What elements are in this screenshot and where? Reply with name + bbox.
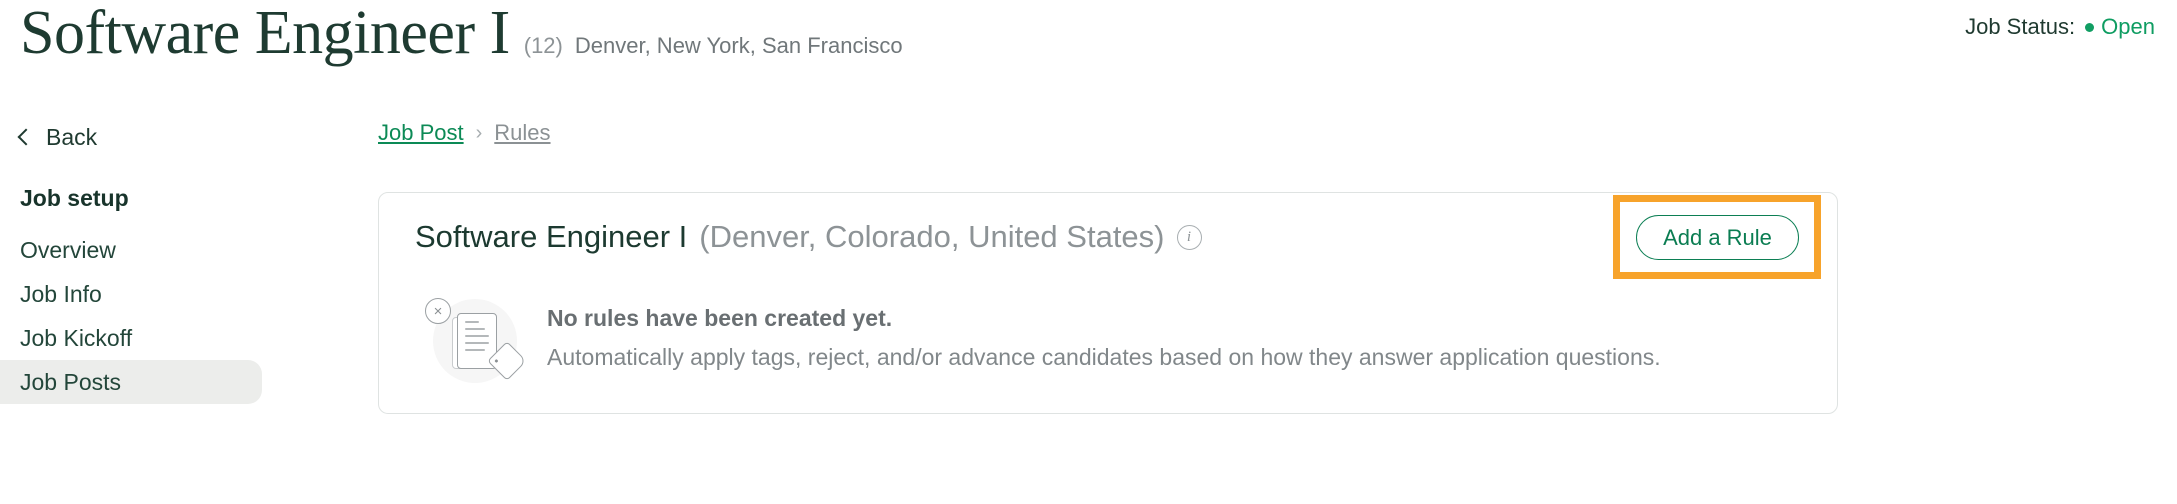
x-circle-icon: × xyxy=(425,298,451,324)
breadcrumb-item-job-post[interactable]: Job Post xyxy=(378,120,464,146)
job-locations: Denver, New York, San Francisco xyxy=(574,33,903,58)
sidebar-item-job-posts[interactable]: Job Posts xyxy=(0,360,262,404)
sidebar-item-label: Job Posts xyxy=(20,368,121,395)
breadcrumb-separator-icon: › xyxy=(475,121,483,144)
sidebar-item-job-info[interactable]: Job Info xyxy=(0,272,262,316)
status-dot-icon xyxy=(2085,22,2095,32)
job-status-value: Open xyxy=(2101,14,2155,39)
info-icon[interactable]: i xyxy=(1176,224,1202,250)
empty-state-illustration: × xyxy=(415,293,527,393)
sidebar-item-overview[interactable]: Overview xyxy=(0,228,262,272)
page-header: Software Engineer I (12) Denver, New Yor… xyxy=(0,0,2177,80)
sidebar-item-label: Job Kickoff xyxy=(20,324,133,351)
empty-state-description: Automatically apply tags, reject, and/or… xyxy=(547,344,1661,370)
breadcrumb: Job Post › Rules xyxy=(378,120,551,146)
sidebar-section-job-setup: Job setup xyxy=(20,184,129,211)
add-a-rule-button[interactable]: Add a Rule xyxy=(1636,215,1799,260)
empty-state-title: No rules have been created yet. xyxy=(547,305,893,331)
job-count: (12) xyxy=(523,33,563,58)
rules-card: Software Engineer I (Denver, Colorado, U… xyxy=(378,192,1838,414)
breadcrumb-item-rules[interactable]: Rules xyxy=(494,120,550,146)
card-location: (Denver, Colorado, United States) xyxy=(699,219,1165,254)
empty-state: × No rules have been created yet. Automa… xyxy=(415,293,1661,393)
sidebar-item-label: Overview xyxy=(20,236,116,263)
page-title: Software Engineer I xyxy=(20,0,510,67)
chevron-left-icon xyxy=(17,128,35,146)
job-status-label: Job Status: xyxy=(1965,14,2076,39)
status-badge: Job Status: Open xyxy=(1965,14,2155,40)
back-button[interactable]: Back xyxy=(0,120,262,154)
sidebar: Back Job setup Overview Job Info Job Kic… xyxy=(0,120,262,404)
card-header: Software Engineer I (Denver, Colorado, U… xyxy=(415,219,1202,255)
empty-state-text: No rules have been created yet. Automati… xyxy=(547,293,1661,371)
sidebar-item-label: Job Info xyxy=(20,280,102,307)
card-title: Software Engineer I xyxy=(415,219,688,254)
sidebar-item-job-kickoff[interactable]: Job Kickoff xyxy=(0,316,262,360)
back-label: Back xyxy=(46,123,98,150)
page-title-row: Software Engineer I (12) Denver, New Yor… xyxy=(20,2,903,64)
